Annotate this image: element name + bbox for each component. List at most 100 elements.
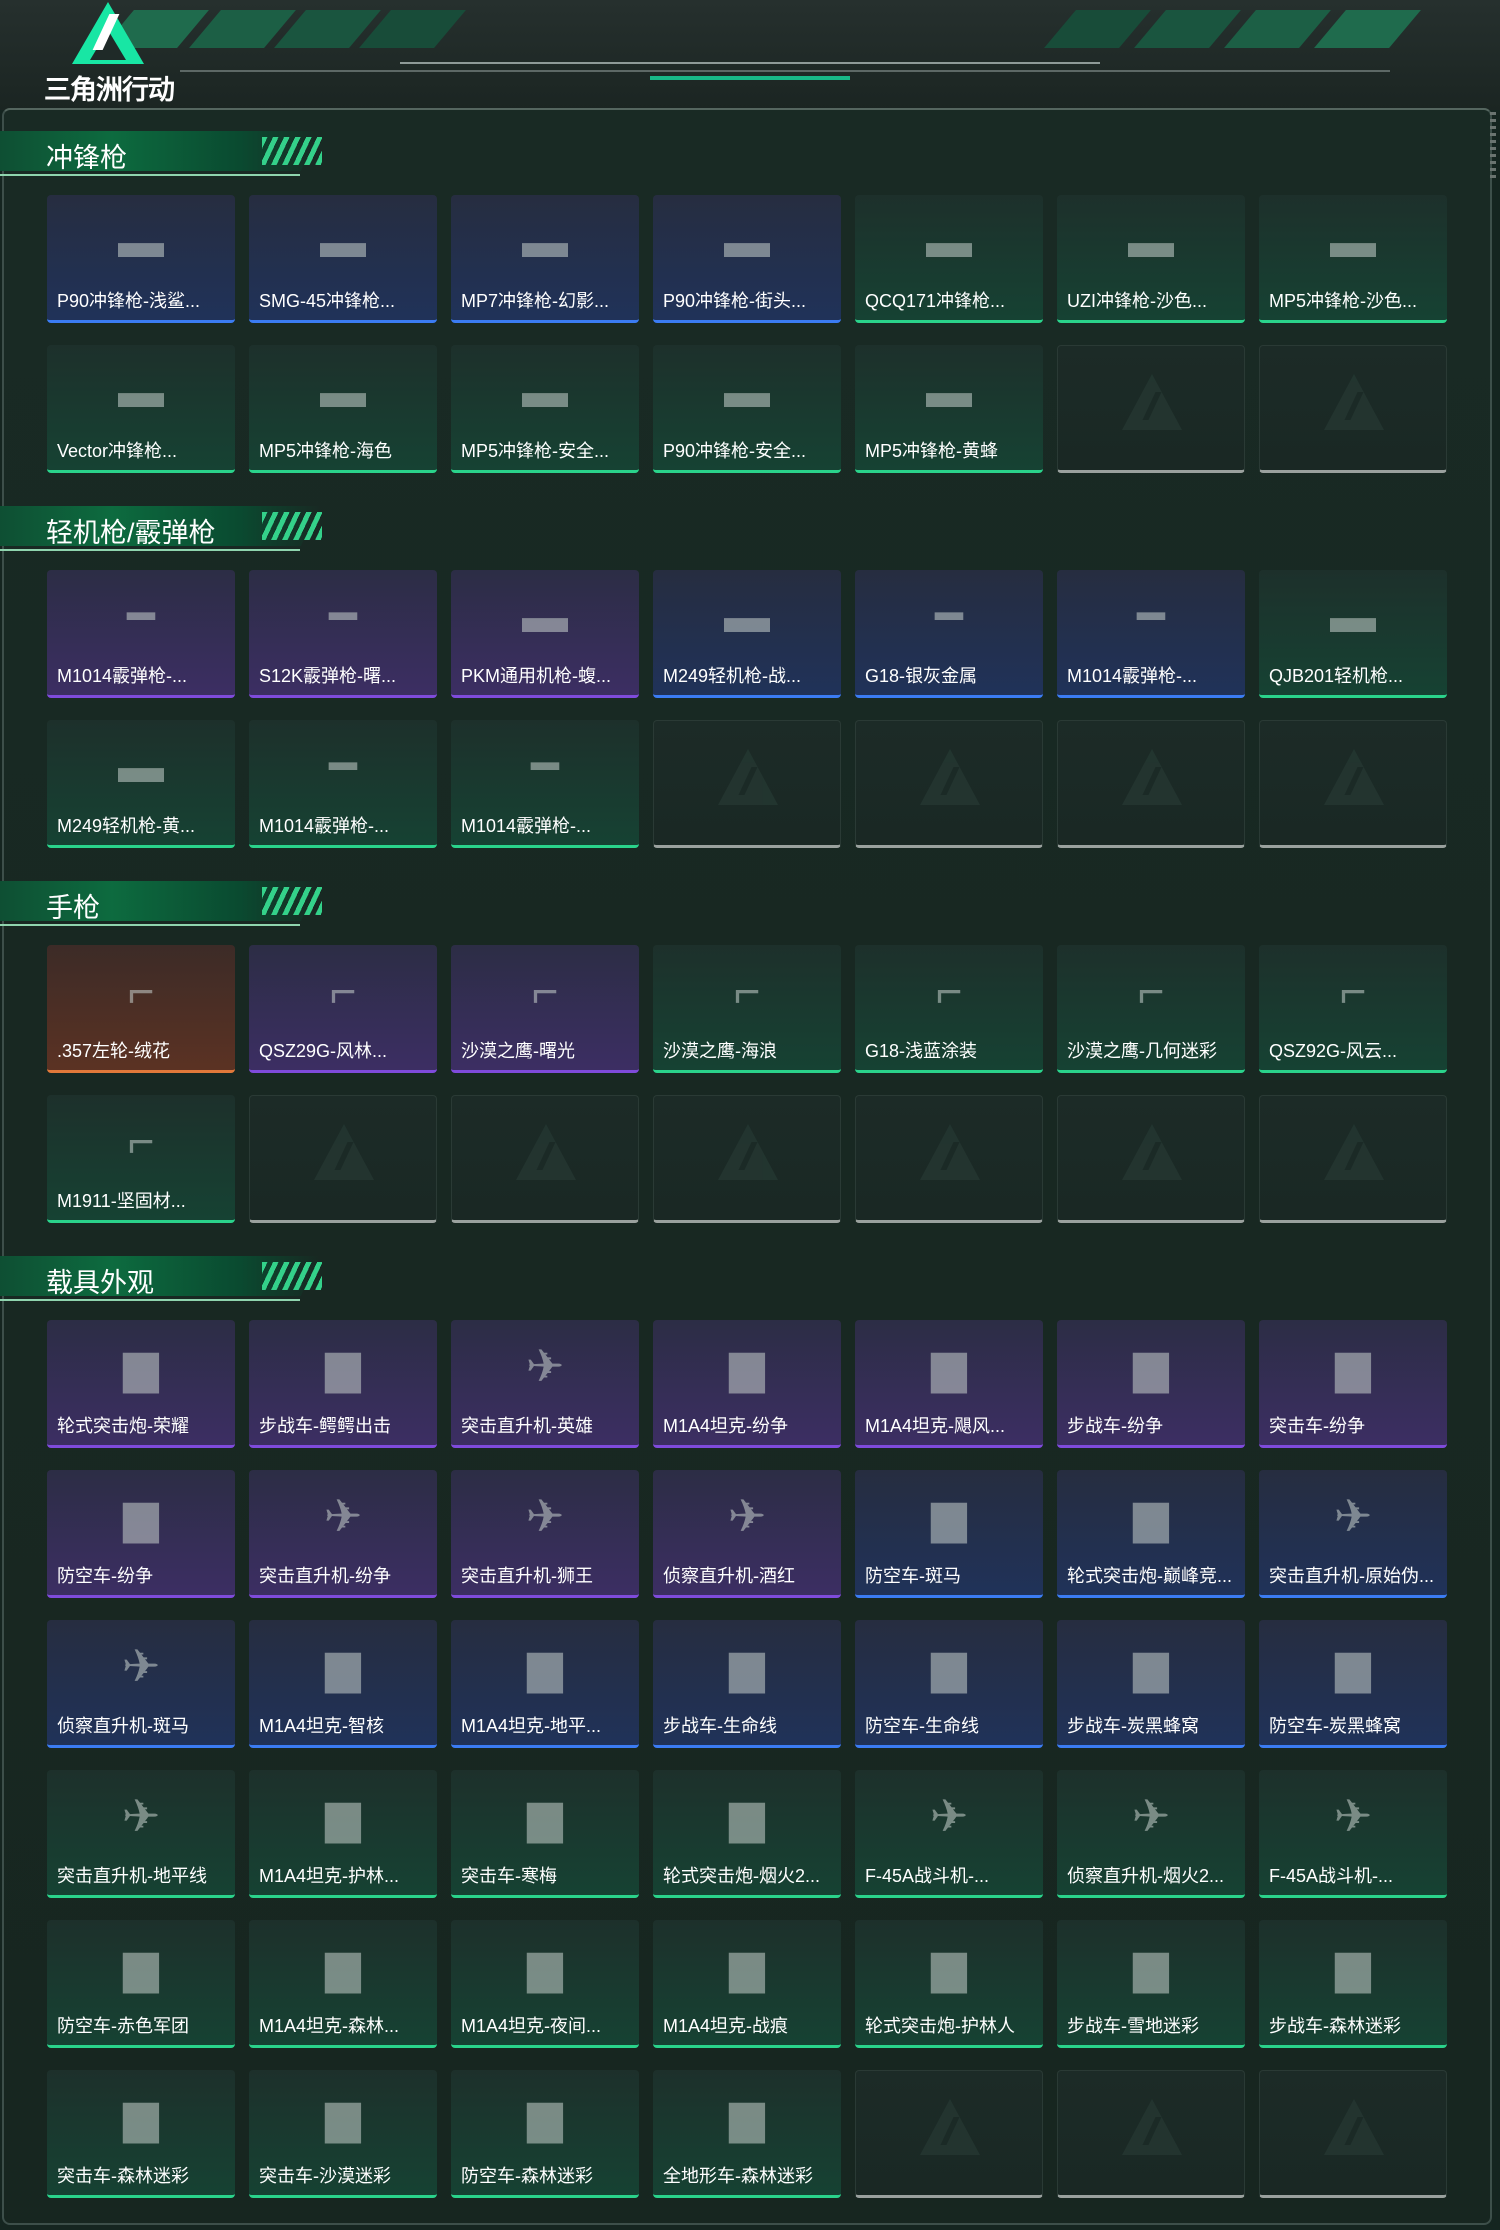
item-card[interactable]: ▬ M249轻机枪-黄... (47, 720, 235, 848)
item-card[interactable]: ✈ 侦察直升机-酒红 (653, 1470, 841, 1598)
item-card[interactable]: ▆ 轮式突击炮-荣耀 (47, 1320, 235, 1448)
item-label: F-45A战斗机-... (865, 1866, 990, 1886)
item-card[interactable]: ━ S12K霰弹枪-曙... (249, 570, 437, 698)
item-card[interactable]: ▆ 防空车-森林迷彩 (451, 2070, 639, 2198)
scrollbar[interactable] (1490, 112, 1496, 182)
item-card[interactable]: ━ M1014霰弹枪-... (451, 720, 639, 848)
pistol-icon: ⌐ (1137, 965, 1165, 1017)
item-card[interactable]: ▆ M1A4坦克-护林... (249, 1770, 437, 1898)
item-card[interactable]: ⌐ 沙漠之鹰-几何迷彩 (1057, 945, 1245, 1073)
item-card[interactable]: ⌐ .357左轮-绒花 (47, 945, 235, 1073)
empty-slot (855, 1095, 1043, 1223)
item-card[interactable]: ▬ UZI冲锋枪-沙色... (1057, 195, 1245, 323)
item-card[interactable]: ▆ 防空车-纷争 (47, 1470, 235, 1598)
item-card[interactable]: ━ M1014霰弹枪-... (1057, 570, 1245, 698)
item-card[interactable]: ▆ M1A4坦克-飓风... (855, 1320, 1043, 1448)
item-card[interactable]: ▆ 防空车-炭黑蜂窝 (1259, 1620, 1447, 1748)
item-label: M1911-坚固材... (57, 1191, 186, 1211)
item-card[interactable]: ▆ 全地形车-森林迷彩 (653, 2070, 841, 2198)
item-card[interactable]: ✈ F-45A战斗机-... (855, 1770, 1043, 1898)
item-card[interactable]: ━ M1014霰弹枪-... (47, 570, 235, 698)
shotgun-icon: ━ (127, 590, 155, 642)
item-card[interactable]: ▆ M1A4坦克-地平... (451, 1620, 639, 1748)
item-label: P90冲锋枪-安全... (663, 441, 807, 461)
item-card[interactable]: ▆ 轮式突击炮-烟火2... (653, 1770, 841, 1898)
item-card[interactable]: ▬ MP5冲锋枪-安全... (451, 345, 639, 473)
item-card[interactable]: ▆ 突击车-沙漠迷彩 (249, 2070, 437, 2198)
item-card[interactable]: ▆ 步战车-炭黑蜂窝 (1057, 1620, 1245, 1748)
section-title: 冲锋枪 (46, 143, 127, 173)
item-card[interactable]: ✈ F-45A战斗机-... (1259, 1770, 1447, 1898)
armored-car-icon: ▆ (729, 1790, 765, 1842)
item-card[interactable]: ▬ SMG-45冲锋枪... (249, 195, 437, 323)
item-card[interactable]: ▆ 轮式突击炮-巅峰竞... (1057, 1470, 1245, 1598)
item-card[interactable]: ▬ QCQ171冲锋枪... (855, 195, 1043, 323)
item-card[interactable]: ✈ 突击直升机-原始伪... (1259, 1470, 1447, 1598)
item-card[interactable]: ▆ M1A4坦克-智核 (249, 1620, 437, 1748)
item-card[interactable]: ⌐ 沙漠之鹰-曙光 (451, 945, 639, 1073)
item-card[interactable]: ▆ 步战车-生命线 (653, 1620, 841, 1748)
item-label: 突击车-寒梅 (461, 1866, 557, 1886)
item-label: UZI冲锋枪-沙色... (1067, 291, 1207, 311)
item-card[interactable]: ✈ 侦察直升机-烟火2... (1057, 1770, 1245, 1898)
item-card[interactable]: ▆ 步战车-纷争 (1057, 1320, 1245, 1448)
item-card[interactable]: ▬ Vector冲锋枪... (47, 345, 235, 473)
item-card[interactable]: ▬ MP5冲锋枪-沙色... (1259, 195, 1447, 323)
item-label: .357左轮-绒花 (57, 1041, 171, 1061)
item-card[interactable]: ▆ 防空车-赤色军团 (47, 1920, 235, 2048)
item-card[interactable]: ⌐ M1911-坚固材... (47, 1095, 235, 1223)
helicopter-icon: ✈ (323, 1490, 363, 1542)
pistol-icon: ⌐ (733, 965, 761, 1017)
item-card[interactable]: ▆ M1A4坦克-纷争 (653, 1320, 841, 1448)
item-card[interactable]: ▆ 突击车-森林迷彩 (47, 2070, 235, 2198)
item-card[interactable]: ▆ 步战车-鳄鳄出击 (249, 1320, 437, 1448)
item-card[interactable]: ━ M1014霰弹枪-... (249, 720, 437, 848)
item-card[interactable]: ✈ 突击直升机-纷争 (249, 1470, 437, 1598)
item-card[interactable]: ✈ 突击直升机-狮王 (451, 1470, 639, 1598)
item-card[interactable]: ▆ 突击车-寒梅 (451, 1770, 639, 1898)
item-label: PKM通用机枪-蝮... (461, 666, 612, 686)
item-card[interactable]: ⌐ G18-浅蓝涂装 (855, 945, 1043, 1073)
item-card[interactable]: ▆ 步战车-森林迷彩 (1259, 1920, 1447, 2048)
item-card[interactable]: ▬ M249轻机枪-战... (653, 570, 841, 698)
banner-stripe (1224, 10, 1331, 48)
item-card[interactable]: ▆ M1A4坦克-森林... (249, 1920, 437, 2048)
banner-accent-line (650, 76, 850, 80)
item-card[interactable]: ▆ 轮式突击炮-护林人 (855, 1920, 1043, 2048)
helicopter-icon: ✈ (525, 1490, 565, 1542)
item-card[interactable]: ▬ P90冲锋枪-浅鲨... (47, 195, 235, 323)
item-card[interactable]: ▆ M1A4坦克-夜间... (451, 1920, 639, 2048)
item-card[interactable]: ▬ MP5冲锋枪-黄蜂 (855, 345, 1043, 473)
tank-icon: ▆ (527, 1640, 563, 1692)
item-card[interactable]: ▆ 突击车-纷争 (1259, 1320, 1447, 1448)
empty-slot (855, 720, 1043, 848)
item-card[interactable]: ✈ 突击直升机-地平线 (47, 1770, 235, 1898)
item-card[interactable]: ▬ MP7冲锋枪-幻影... (451, 195, 639, 323)
section-header-stripes (262, 887, 322, 915)
item-card[interactable]: ▬ P90冲锋枪-安全... (653, 345, 841, 473)
item-card[interactable]: ⌐ 沙漠之鹰-海浪 (653, 945, 841, 1073)
item-label: M1A4坦克-森林... (259, 2016, 400, 2036)
item-card[interactable]: ✈ 突击直升机-英雄 (451, 1320, 639, 1448)
item-card[interactable]: ⌐ QSZ29G-风林... (249, 945, 437, 1073)
armored-car-icon: ▆ (123, 1940, 159, 1992)
item-card[interactable]: ▬ P90冲锋枪-街头... (653, 195, 841, 323)
item-card[interactable]: ▆ M1A4坦克-战痕 (653, 1920, 841, 2048)
watermark-logo-icon (920, 2099, 980, 2155)
smg-icon: ▬ (1330, 215, 1376, 267)
item-card[interactable]: ▬ QJB201轻机枪... (1259, 570, 1447, 698)
shotgun-icon: ━ (329, 740, 357, 792)
item-card[interactable]: ━ G18-银灰金属 (855, 570, 1043, 698)
item-label: 防空车-森林迷彩 (461, 2166, 593, 2186)
item-card[interactable]: ⌐ QSZ92G-风云... (1259, 945, 1447, 1073)
item-card[interactable]: ▬ PKM通用机枪-蝮... (451, 570, 639, 698)
item-card[interactable]: ✈ 侦察直升机-斑马 (47, 1620, 235, 1748)
item-card[interactable]: ▆ 防空车-斑马 (855, 1470, 1043, 1598)
empty-slot (1057, 1095, 1245, 1223)
item-card[interactable]: ▆ 步战车-雪地迷彩 (1057, 1920, 1245, 2048)
lmg-icon: ▬ (1330, 590, 1376, 642)
item-card[interactable]: ▬ MP5冲锋枪-海色 (249, 345, 437, 473)
item-label: 侦察直升机-酒红 (663, 1566, 795, 1586)
item-card[interactable]: ▆ 防空车-生命线 (855, 1620, 1043, 1748)
item-label: S12K霰弹枪-曙... (259, 666, 397, 686)
